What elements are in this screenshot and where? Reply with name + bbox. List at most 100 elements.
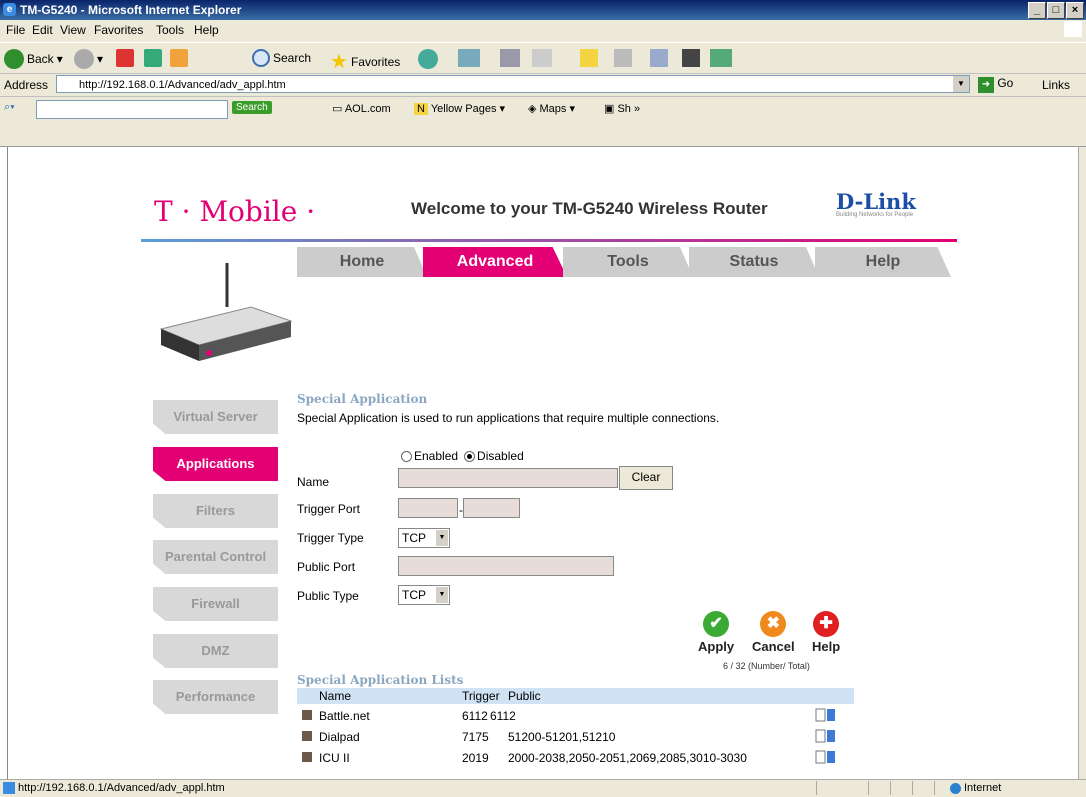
address-label: Address (4, 78, 49, 92)
dlink-logo: D-Link Building Networks for People (836, 189, 916, 218)
trigger-type-select[interactable]: TCP ▼ (398, 528, 450, 548)
shop-link[interactable]: ▣ Sh » (604, 102, 640, 115)
links-button[interactable]: Links (1042, 78, 1070, 92)
discuss-icon[interactable] (580, 49, 598, 67)
history-icon[interactable] (418, 49, 438, 69)
public-port-input[interactable] (398, 556, 614, 576)
menu-favorites[interactable]: Favorites (94, 23, 143, 37)
star-icon: ★ (330, 51, 348, 73)
edit-delete-icon[interactable] (815, 749, 837, 765)
ie-logo-icon: e (3, 3, 16, 16)
help-button[interactable]: ✚ Help (812, 611, 840, 654)
table-row: Battle.net 6112 6112 (297, 707, 854, 725)
clear-button[interactable]: Clear (619, 466, 673, 490)
go-button[interactable]: ➜ Go (978, 76, 1013, 93)
toolbar-search-button[interactable]: Search (232, 101, 272, 114)
row-checkbox[interactable] (302, 752, 312, 762)
tab-home[interactable]: Home (297, 247, 427, 277)
nav-filters[interactable]: Filters (153, 494, 278, 528)
home-icon[interactable] (170, 49, 188, 67)
nav-dmz[interactable]: DMZ (153, 634, 278, 668)
welcome-title: Welcome to your TM-G5240 Wireless Router (411, 199, 768, 218)
nav-firewall[interactable]: Firewall (153, 587, 278, 621)
public-type-select[interactable]: TCP ▼ (398, 585, 450, 605)
search-button[interactable]: Search (252, 49, 311, 67)
menu-file[interactable]: File (6, 23, 25, 37)
back-arrow-icon (4, 49, 24, 69)
web-page: T · Mobile · Welcome to your TM-G5240 Wi… (7, 147, 1076, 779)
nav-parental-control[interactable]: Parental Control (153, 540, 278, 574)
maximize-button[interactable]: □ (1047, 2, 1065, 19)
col-public-header: Public (508, 689, 541, 703)
aol-link[interactable]: ▭ AOL.com (332, 102, 391, 115)
list-header: Name Trigger Public (297, 688, 854, 704)
window-title: TM-G5240 - Microsoft Internet Explorer (20, 3, 242, 17)
row-checkbox[interactable] (302, 710, 312, 720)
edit-delete-icon[interactable] (815, 707, 837, 723)
search-icon (252, 49, 270, 67)
mail-icon[interactable] (458, 49, 480, 67)
apply-button[interactable]: ✔ Apply (698, 611, 734, 654)
go-arrow-icon: ➜ (978, 77, 994, 93)
chevron-down-icon: ▼ (436, 530, 448, 546)
col-name-header: Name (319, 689, 352, 703)
menu-help[interactable]: Help (194, 23, 219, 37)
menu-view[interactable]: View (60, 23, 86, 37)
address-bar: Address http://192.168.0.1/Advanced/adv_… (0, 74, 1086, 97)
public-type-label: Public Type (297, 589, 359, 603)
minimize-button[interactable]: _ (1028, 2, 1046, 19)
status-url: http://192.168.0.1/Advanced/adv_appl.htm (18, 782, 225, 794)
enabled-radio[interactable] (401, 450, 412, 462)
nav-virtual-server[interactable]: Virtual Server (153, 400, 278, 434)
row-checkbox[interactable] (302, 731, 312, 741)
trigger-port-start-input[interactable] (398, 498, 458, 518)
security-zone: Internet (964, 782, 1002, 794)
tab-tools[interactable]: Tools (563, 247, 693, 277)
name-input[interactable] (398, 468, 618, 488)
tmobile-logo: T · Mobile · (154, 195, 316, 228)
menu-edit[interactable]: Edit (32, 23, 53, 37)
menu-tools[interactable]: Tools (156, 23, 184, 37)
vertical-scrollbar[interactable] (1078, 147, 1086, 779)
table-row: Dialpad 7175 51200-51201,51210 (297, 728, 854, 746)
close-button[interactable]: × (1066, 2, 1084, 19)
windows-logo-icon (1064, 21, 1082, 37)
header-divider (141, 239, 957, 242)
person-icon[interactable] (682, 49, 700, 67)
help-plus-icon: ✚ (813, 611, 840, 637)
refresh-icon[interactable] (144, 49, 162, 67)
address-input[interactable]: http://192.168.0.1/Advanced/adv_appl.htm… (56, 75, 970, 93)
list-count: 6 / 32 (Number/ Total) (723, 661, 810, 671)
users-icon[interactable] (710, 49, 732, 67)
search-toolbar-icon: ⌕▾ (4, 101, 15, 113)
toolbar-search-input[interactable] (36, 100, 228, 119)
yellow-pages-link[interactable]: N Yellow Pages ▾ (414, 102, 505, 115)
edit-delete-icon[interactable] (815, 728, 837, 744)
section-description: Special Application is used to run appli… (297, 411, 720, 425)
maps-link[interactable]: ◈ Maps ▾ (528, 102, 575, 115)
tab-help[interactable]: Help (815, 247, 951, 277)
nav-performance[interactable]: Performance (153, 680, 278, 714)
stop-icon[interactable] (116, 49, 134, 67)
favorites-button[interactable]: ★ Favorites (330, 49, 400, 74)
cancel-button[interactable]: ✖ Cancel (752, 611, 795, 654)
window-titlebar: e TM-G5240 - Microsoft Internet Explorer… (0, 0, 1086, 20)
menu-bar: File Edit View Favorites Tools Help (0, 20, 1086, 40)
router-image (151, 249, 294, 386)
research-icon[interactable] (650, 49, 668, 67)
tab-status[interactable]: Status (689, 247, 819, 277)
list-title: Special Application Lists (297, 673, 464, 687)
section-title: Special Application (297, 392, 428, 406)
disabled-radio[interactable] (464, 450, 476, 462)
back-button[interactable]: Back ▾ (4, 49, 63, 69)
forward-button[interactable]: ▾ (74, 49, 103, 69)
print-icon[interactable] (500, 49, 520, 67)
nav-applications[interactable]: Applications (153, 447, 278, 481)
address-dropdown-icon[interactable]: ▼ (953, 76, 969, 92)
trigger-port-end-input[interactable] (463, 498, 520, 518)
standard-toolbar: Back ▾ ▾ Search ★ Favorites (0, 42, 1086, 74)
tab-advanced[interactable]: Advanced (423, 247, 567, 277)
edit-icon[interactable] (532, 49, 552, 67)
messenger-icon[interactable] (614, 49, 632, 67)
name-label: Name (297, 475, 330, 489)
